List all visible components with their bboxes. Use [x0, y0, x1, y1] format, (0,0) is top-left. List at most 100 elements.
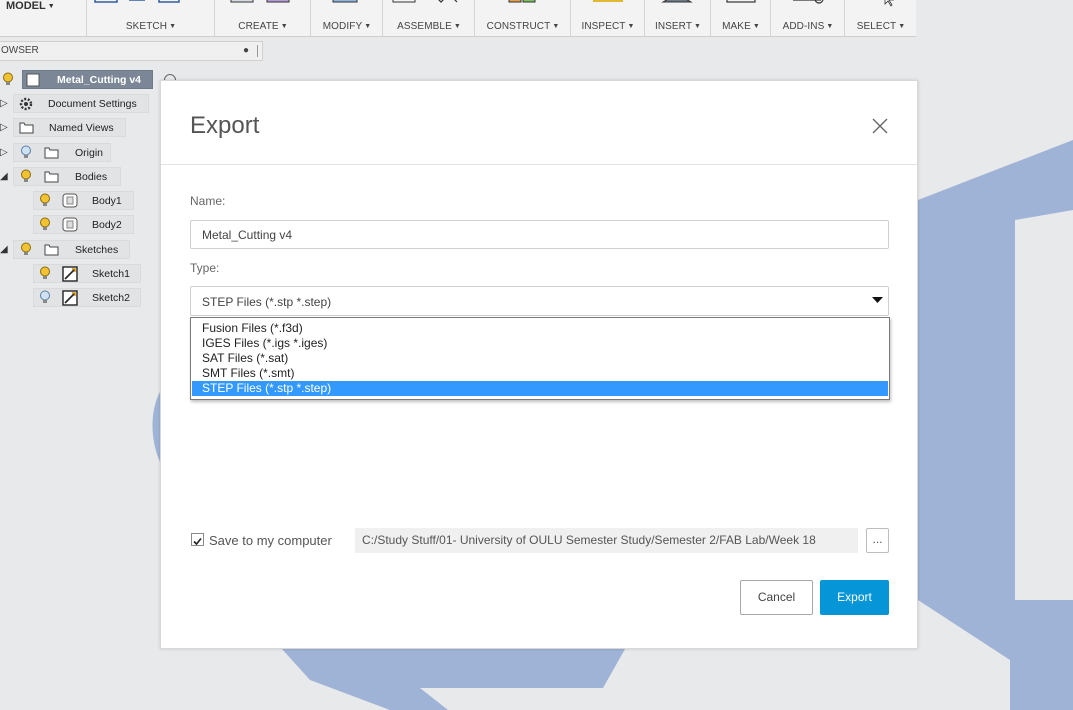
type-label: Type: — [190, 261, 220, 275]
cursor-icon — [884, 0, 895, 7]
main-toolbar: MODEL ▼ SKETCH ▼ CREATE ▼ MODIFY ▼ ASSEMBLE ▼ — [0, 0, 916, 37]
toolbar-group-modify[interactable]: MODIFY ▼ — [310, 0, 383, 36]
browser-item-sketch2[interactable]: Sketch2 — [0, 288, 145, 308]
lightbulb-icon[interactable] — [39, 266, 51, 281]
toolbar-group-assemble[interactable]: ASSEMBLE ▼ — [382, 0, 475, 36]
collapse-icon[interactable]: ● — [243, 42, 249, 60]
component-icon — [26, 73, 40, 87]
toolbar-group-select[interactable]: SELECT ▼ — [844, 0, 917, 36]
folder-icon — [44, 147, 59, 159]
lightbulb-icon[interactable] — [39, 193, 51, 208]
browser-item-label: Body1 — [92, 195, 122, 207]
folder-icon — [19, 122, 34, 134]
lightbulb-icon[interactable] — [2, 72, 14, 87]
type-option-selected[interactable]: STEP Files (*.stp *.step) — [192, 381, 888, 396]
toolbar-label-modify: MODIFY — [322, 21, 363, 32]
lightbulb-icon[interactable] — [20, 169, 32, 184]
toolbar-label-assemble: ASSEMBLE — [397, 21, 452, 32]
browser-item-document-settings[interactable]: ▷ Document Settings — [0, 94, 160, 114]
browser-item-label: Document Settings — [48, 98, 137, 110]
workspace-label: MODEL — [6, 0, 46, 12]
body-icon — [62, 217, 78, 232]
browser-item-sketch1[interactable]: Sketch1 — [0, 264, 145, 284]
toolbar-group-construct[interactable]: CONSTRUCT ▼ — [474, 0, 571, 36]
type-option[interactable]: IGES Files (*.igs *.iges) — [192, 336, 888, 351]
lightbulb-off-icon[interactable] — [39, 290, 51, 305]
panel-resize-handle[interactable] — [257, 45, 258, 57]
cancel-button[interactable]: Cancel — [740, 580, 813, 615]
toolbar-group-make[interactable]: MAKE ▼ — [710, 0, 771, 36]
caret-down-icon: ▼ — [453, 23, 461, 30]
caret-down-icon: ▼ — [752, 23, 760, 30]
browser-item-body2[interactable]: Body2 — [0, 215, 140, 235]
add-ins-tools-icon — [793, 0, 824, 4]
type-option[interactable]: Fusion Files (*.f3d) — [192, 321, 888, 336]
browser-root-label: Metal_Cutting v4 — [57, 74, 142, 86]
browser-item-origin[interactable]: ▷ Origin — [0, 143, 115, 163]
expand-icon[interactable]: ▷ — [0, 122, 10, 134]
browser-title: OWSER — [1, 45, 39, 56]
modify-tools-icon — [332, 0, 358, 3]
toolbar-group-insert[interactable]: INSERT ▼ — [644, 0, 711, 36]
toolbar-label-make: MAKE — [722, 21, 751, 32]
browser-item-label: Sketch2 — [92, 292, 130, 304]
lightbulb-off-icon[interactable] — [20, 145, 32, 160]
collapse-tree-icon[interactable]: ◢ — [0, 171, 10, 183]
expand-icon[interactable]: ▷ — [0, 98, 10, 110]
body-icon — [62, 193, 78, 208]
toolbar-group-sketch[interactable]: SKETCH ▼ — [86, 0, 215, 36]
caret-down-icon: ▼ — [364, 23, 372, 30]
toolbar-label-inspect: INSPECT — [581, 21, 626, 32]
toolbar-label-insert: INSERT — [654, 21, 693, 32]
collapse-tree-icon[interactable]: ◢ — [0, 244, 10, 256]
lightbulb-icon[interactable] — [20, 242, 32, 257]
browser-item-label: Named Views — [49, 122, 114, 134]
toolbar-group-create[interactable]: CREATE ▼ — [214, 0, 311, 36]
lightbulb-icon[interactable] — [39, 217, 51, 232]
save-to-computer-label[interactable]: Save to my computer — [209, 533, 332, 548]
type-dropdown-list: Fusion Files (*.f3d) IGES Files (*.igs *… — [190, 317, 890, 400]
gear-icon — [19, 97, 33, 111]
browser-item-bodies[interactable]: ◢ Bodies — [0, 167, 125, 187]
create-tools-icon — [230, 0, 290, 3]
name-label: Name: — [190, 194, 226, 208]
sketch-icon — [62, 266, 78, 282]
export-button[interactable]: Export — [820, 580, 889, 615]
dialog-divider — [161, 164, 917, 165]
caret-down-icon: ▼ — [280, 23, 288, 30]
type-option[interactable]: SMT Files (*.smt) — [192, 366, 888, 381]
expand-icon[interactable]: ▷ — [0, 147, 10, 159]
toolbar-label-construct: CONSTRUCT — [486, 21, 551, 32]
browser-item-named-views[interactable]: ▷ Named Views — [0, 118, 130, 138]
caret-down-icon: ▼ — [694, 23, 702, 30]
browser-item-sketches[interactable]: ◢ Sketches — [0, 240, 135, 260]
toolbar-label-create: CREATE — [238, 21, 279, 32]
close-icon[interactable] — [869, 115, 891, 137]
caret-down-icon: ▼ — [898, 23, 906, 30]
browse-button[interactable]: ... — [866, 528, 889, 553]
browser-item-label: Origin — [75, 147, 104, 159]
sketch-tools-icon — [94, 0, 180, 3]
save-path-field[interactable]: C:/Study Stuff/01- University of OULU Se… — [355, 528, 858, 553]
toolbar-group-inspect[interactable]: INSPECT ▼ — [570, 0, 645, 36]
assemble-tools-icon — [392, 0, 458, 3]
browser-panel-header[interactable]: OWSER ● — [0, 41, 263, 61]
save-to-computer-checkbox[interactable] — [191, 533, 204, 546]
folder-icon — [44, 171, 59, 183]
browser-item-label: Body2 — [92, 219, 122, 231]
type-select[interactable]: STEP Files (*.stp *.step) — [190, 286, 889, 316]
inspect-tools-icon — [593, 0, 623, 2]
export-dialog: Export Name: Type: STEP Files (*.stp *.s… — [160, 80, 918, 649]
type-option[interactable]: SAT Files (*.sat) — [192, 351, 888, 366]
insert-tools-icon — [661, 0, 693, 3]
name-input[interactable] — [190, 220, 889, 249]
browser-item-body1[interactable]: Body1 — [0, 191, 140, 211]
toolbar-group-add-ins[interactable]: ADD-INS ▼ — [770, 0, 845, 36]
workspace-switcher[interactable]: MODEL ▼ — [0, 0, 55, 14]
caret-down-icon: ▼ — [47, 3, 55, 10]
folder-icon — [44, 244, 59, 256]
caret-down-icon: ▼ — [169, 23, 177, 30]
checkmark-icon — [193, 537, 202, 546]
caret-down-icon: ▼ — [627, 23, 635, 30]
canvas-body-shape — [282, 649, 625, 710]
